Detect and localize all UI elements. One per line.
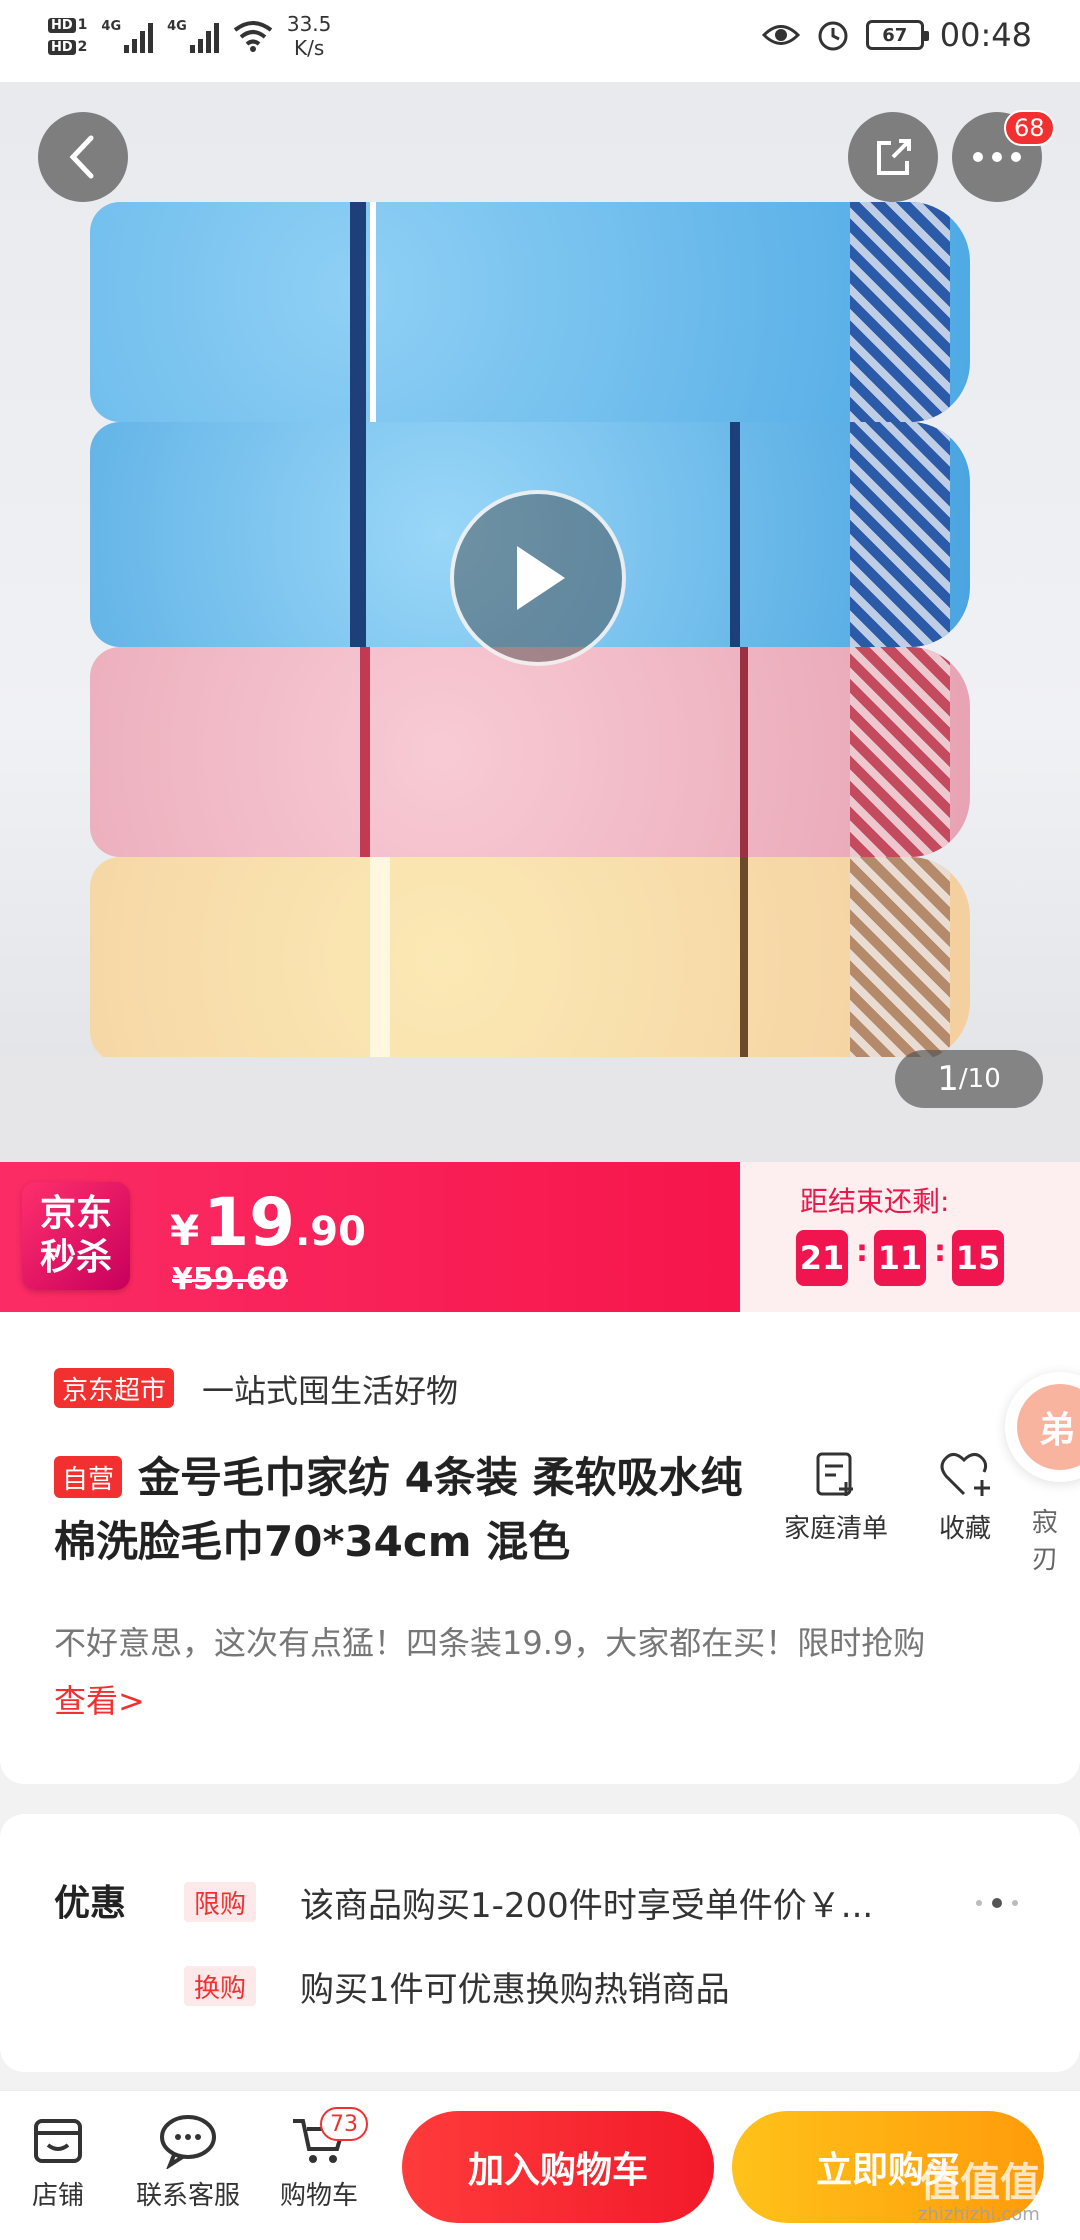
product-title: 金号毛巾家纺 4条装 柔软吸水纯棉洗脸毛巾70*34cm 混色 [54, 1453, 743, 1566]
product-detail-page: HD 1 HD 2 4G 4G 33.5 K/s 67 00:48 68 1 /… [0, 0, 1080, 2240]
share-icon [877, 139, 911, 175]
trade-up-chip: 换购 [184, 1966, 257, 2006]
play-video-button[interactable] [450, 490, 626, 666]
family-list-button[interactable]: 家庭清单 [784, 1450, 888, 1545]
status-right: 67 00:48 [761, 16, 1032, 54]
floating-chip-label: 寂刃 [1032, 1508, 1059, 1575]
limit-purchase-text: 该商品购买1-200件时享受单件价￥... [300, 1886, 874, 1926]
play-icon [517, 546, 565, 610]
site-watermark-url: zhizhizhi.com [918, 2204, 1040, 2225]
chevron-left-icon [69, 135, 94, 179]
trade-up-text: 购买1件可优惠换购热销商品 [300, 1970, 730, 2010]
product-info-card: 京东超市 一站式囤生活好物 自营 金号毛巾家纺 4条装 柔软吸水纯棉洗脸毛巾70… [0, 1312, 1080, 1784]
customer-service-button[interactable]: 联系客服 [136, 2113, 240, 2212]
hd2-indicator: HD 2 [48, 39, 87, 55]
flash-sale-bar: 京东 秒杀 ¥ 19 .90 ¥59.60 距结束还剩: 21 : 11 : 1… [0, 1162, 1080, 1312]
favorite-button[interactable]: 收藏 [938, 1450, 992, 1545]
network-speed: 33.5 K/s [286, 12, 332, 60]
more-dots-icon [973, 152, 1021, 162]
cart-count-badge: 73 [320, 2107, 368, 2141]
product-photo-towel-blue-top [90, 202, 970, 422]
product-image-gallery[interactable]: 68 1/10 [0, 82, 1080, 1162]
countdown-colon-1: : [856, 1234, 868, 1269]
countdown-hours: 21 [796, 1230, 848, 1286]
heart-plus-icon [940, 1453, 990, 1496]
add-to-cart-button[interactable]: 加入购物车 [402, 2111, 714, 2223]
shop-icon [34, 2119, 82, 2163]
chat-bubble-icon [160, 2115, 216, 2169]
product-photo-towel-pink [90, 647, 970, 857]
hd1-indicator: HD 1 [48, 17, 87, 33]
image-index: 1 [937, 1059, 959, 1099]
message-count-badge: 68 [1004, 110, 1055, 146]
see-more-link[interactable]: 查看> [54, 1682, 145, 1720]
image-total: /10 [958, 1064, 1001, 1094]
eye-icon [761, 25, 800, 45]
limit-purchase-chip: 限购 [184, 1882, 257, 1922]
clock: 00:48 [939, 16, 1032, 54]
countdown-seconds: 15 [952, 1230, 1004, 1286]
wifi-icon [233, 21, 273, 52]
signal-1-icon: 4G [101, 19, 154, 53]
countdown-label: 距结束还剩: [800, 1185, 950, 1218]
countdown-minutes: 11 [874, 1230, 926, 1286]
jd-miaosha-logo: 京东 秒杀 [22, 1182, 130, 1290]
discount-card[interactable]: 优惠 限购 该商品购买1-200件时享受单件价￥... 换购 购买1件可优惠换购… [0, 1814, 1080, 2072]
countdown-colon-2: : [934, 1234, 946, 1269]
image-counter: 1/10 [895, 1050, 1043, 1108]
original-price: ¥59.60 [172, 1262, 288, 1297]
list-add-icon [816, 1452, 853, 1496]
alarm-icon [818, 21, 848, 51]
status-bar: HD 1 HD 2 4G 4G 33.5 K/s 67 00:48 [0, 0, 1080, 82]
hd-indicators: HD 1 HD 2 [48, 17, 87, 55]
discount-title: 优惠 [54, 1883, 127, 1924]
shop-button[interactable]: 店铺 [30, 2113, 86, 2212]
back-button[interactable] [38, 112, 128, 202]
sale-price: ¥ 19 .90 [170, 1184, 366, 1261]
product-photo-towel-yellow [90, 857, 970, 1062]
market-slogan: 一站式囤生活好物 [202, 1372, 459, 1410]
site-watermark: 值值值 [920, 2160, 1040, 2206]
signal-2-icon: 4G [167, 19, 219, 53]
discount-pager-dots [976, 1898, 1018, 1908]
share-button[interactable] [848, 112, 938, 202]
floating-promo-chip[interactable]: 弟 [1005, 1372, 1080, 1482]
status-left: HD 1 HD 2 4G 4G 33.5 K/s [48, 12, 331, 60]
jd-supermarket-tag[interactable]: 京东超市 [54, 1368, 175, 1408]
promo-description: 不好意思，这次有点猛！四条装19.9，大家都在买！限时抢购 查看> [54, 1624, 926, 1720]
battery-icon: 67 [865, 20, 929, 50]
